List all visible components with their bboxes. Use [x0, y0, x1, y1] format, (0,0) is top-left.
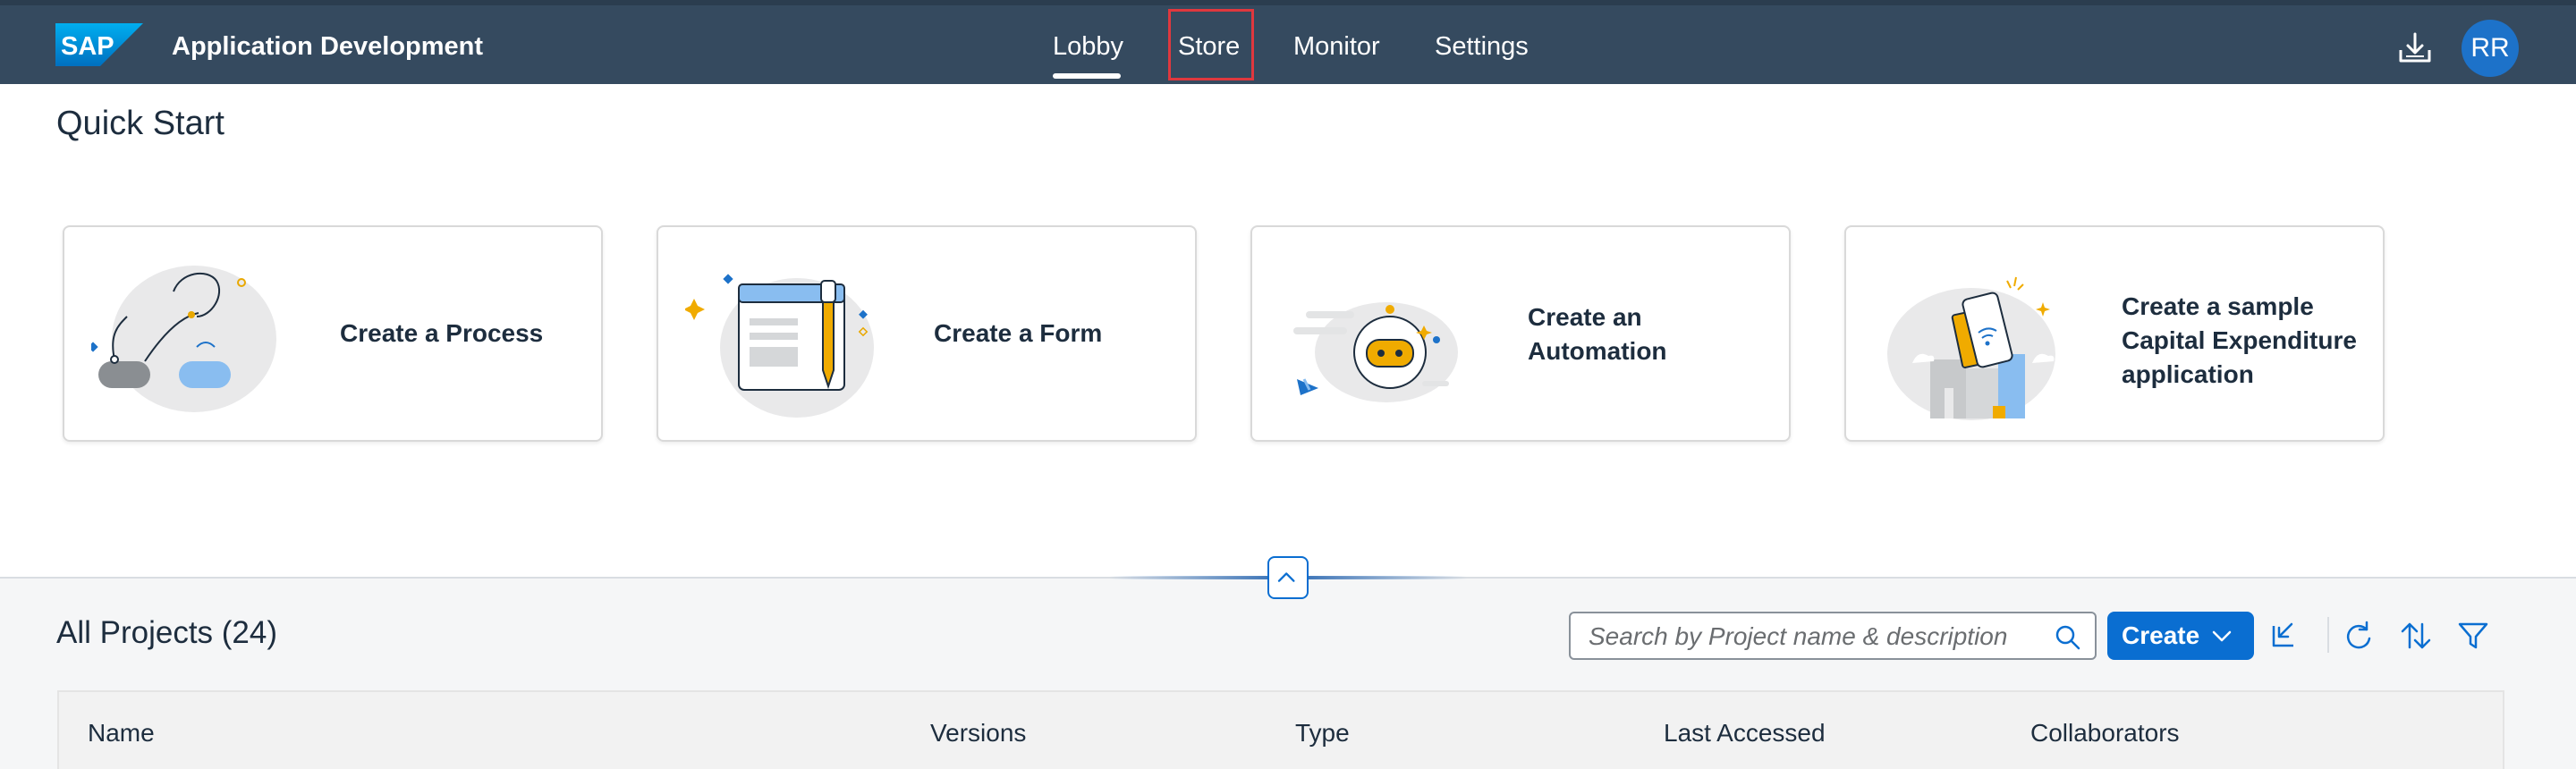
- form-illustration-icon: [685, 274, 874, 418]
- card-label-line: Capital Expenditure: [2122, 326, 2357, 354]
- sample-app-illustration-icon: [1887, 276, 2055, 420]
- create-sample-app-card[interactable]: Create a sample Capital Expenditure appl…: [1844, 225, 2385, 442]
- card-label: Create a Process: [340, 319, 544, 347]
- quick-start-title: Quick Start: [56, 105, 225, 142]
- create-button-label: Create: [2122, 621, 2200, 649]
- import-icon[interactable]: [2265, 617, 2302, 655]
- column-header-collaborators[interactable]: Collaborators: [2030, 717, 2180, 749]
- chevron-up-icon: [1277, 572, 1295, 582]
- chevron-down-icon: [2212, 630, 2232, 642]
- card-label-line: application: [2122, 360, 2254, 388]
- app-title: Application Development: [172, 32, 484, 61]
- user-avatar[interactable]: RR: [2462, 20, 2519, 77]
- shell-bar: SAP Application Development Lobby Store …: [0, 0, 2576, 84]
- column-header-last-accessed[interactable]: Last Accessed: [1664, 717, 1826, 749]
- sort-icon[interactable]: [2397, 617, 2435, 655]
- create-automation-card[interactable]: Create an Automation: [1250, 225, 1791, 442]
- card-label-line: Automation: [1528, 337, 1667, 365]
- download-icon[interactable]: [2395, 29, 2435, 68]
- card-label: Create a Form: [934, 319, 1103, 347]
- search-icon[interactable]: [2054, 623, 2082, 652]
- create-form-card[interactable]: Create a Form: [657, 225, 1197, 442]
- toolbar-separator: [2327, 617, 2329, 653]
- sap-logo[interactable]: SAP: [55, 23, 143, 66]
- automation-illustration-icon: [1293, 302, 1458, 402]
- search-input[interactable]: [1589, 622, 2036, 651]
- nav-tab-monitor[interactable]: Monitor: [1293, 30, 1380, 63]
- projects-table-header: Name Versions Type Last Accessed Collabo…: [57, 690, 2504, 769]
- column-header-versions[interactable]: Versions: [930, 717, 1026, 749]
- create-process-card[interactable]: Create a Process: [63, 225, 603, 442]
- card-label-line: Create a sample: [2122, 292, 2314, 320]
- collapse-quick-start-button[interactable]: [1267, 556, 1309, 599]
- svg-text:SAP: SAP: [61, 32, 114, 61]
- nav-tab-settings[interactable]: Settings: [1435, 30, 1529, 63]
- project-search-field[interactable]: [1569, 612, 2097, 660]
- refresh-icon[interactable]: [2340, 617, 2377, 655]
- column-header-type[interactable]: Type: [1295, 717, 1350, 749]
- create-button[interactable]: Create: [2107, 612, 2254, 660]
- store-highlight-box: [1168, 9, 1254, 80]
- active-tab-indicator: [1053, 73, 1121, 79]
- process-illustration-icon: [91, 266, 276, 412]
- filter-icon[interactable]: [2454, 617, 2492, 655]
- card-label-line: Create an: [1528, 303, 1642, 331]
- nav-tab-lobby[interactable]: Lobby: [1053, 30, 1123, 63]
- column-header-name[interactable]: Name: [88, 717, 155, 749]
- all-projects-title: All Projects (24): [56, 615, 278, 650]
